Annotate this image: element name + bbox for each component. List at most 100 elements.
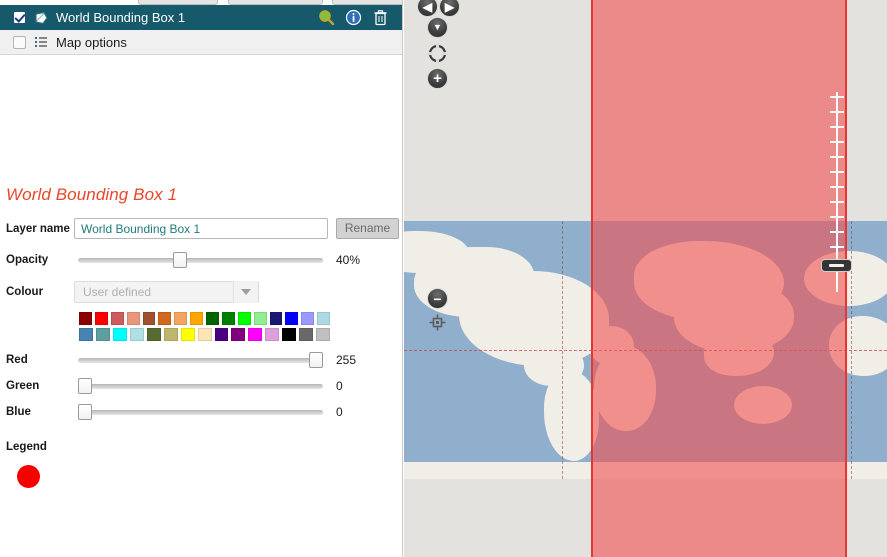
colour-swatch[interactable] bbox=[299, 328, 313, 341]
zoom-in-button[interactable]: + bbox=[427, 68, 448, 89]
layer-tree-row-label: World Bounding Box 1 bbox=[56, 10, 185, 25]
colour-swatch[interactable] bbox=[215, 328, 229, 341]
red-row: Red 255 bbox=[0, 352, 403, 368]
colour-swatch[interactable] bbox=[130, 328, 144, 341]
zoom-extent-button[interactable] bbox=[427, 43, 448, 69]
layer-tree: World Bounding Box 1 bbox=[0, 5, 403, 55]
map-tile-layer bbox=[404, 221, 887, 479]
colour-palette-row-2 bbox=[79, 328, 330, 341]
colour-swatch[interactable] bbox=[79, 328, 93, 341]
colour-swatch[interactable] bbox=[254, 312, 267, 325]
colour-swatch[interactable] bbox=[270, 312, 283, 325]
colour-swatch[interactable] bbox=[238, 312, 251, 325]
layer-tree-row-label: Map options bbox=[56, 35, 127, 50]
green-slider-track bbox=[78, 384, 323, 389]
rename-button[interactable]: Rename bbox=[336, 218, 399, 239]
opacity-slider-thumb[interactable] bbox=[173, 252, 187, 268]
green-slider[interactable] bbox=[78, 378, 323, 394]
colour-swatch[interactable] bbox=[96, 328, 110, 341]
pan-down-button[interactable]: ▼ bbox=[427, 17, 448, 38]
colour-swatch[interactable] bbox=[147, 328, 161, 341]
colour-swatch[interactable] bbox=[206, 312, 219, 325]
legend-symbol bbox=[17, 465, 40, 488]
layer-name-input[interactable] bbox=[74, 218, 328, 239]
zoom-slider[interactable] bbox=[830, 92, 844, 292]
colour-select[interactable]: User defined bbox=[74, 281, 259, 303]
layer-info-icon[interactable] bbox=[345, 9, 362, 26]
list-options-icon bbox=[33, 34, 49, 50]
colour-swatch[interactable] bbox=[285, 312, 298, 325]
opacity-label: Opacity bbox=[6, 254, 74, 266]
colour-row: Colour User defined bbox=[0, 281, 403, 303]
application-window: World Bounding Box 1 bbox=[0, 0, 887, 557]
layer-row-actions bbox=[318, 9, 403, 26]
colour-swatch[interactable] bbox=[231, 328, 245, 341]
opacity-slider[interactable] bbox=[78, 252, 323, 268]
colour-select-value: User defined bbox=[75, 285, 151, 299]
locate-button[interactable] bbox=[429, 314, 446, 336]
chevron-down-icon[interactable] bbox=[233, 281, 258, 303]
red-slider-thumb[interactable] bbox=[309, 352, 323, 368]
layer-tree-row-world-bounding-box-1[interactable]: World Bounding Box 1 bbox=[0, 5, 403, 30]
colour-swatch[interactable] bbox=[181, 328, 195, 341]
colour-swatch[interactable] bbox=[164, 328, 178, 341]
zoom-to-layer-icon[interactable] bbox=[318, 9, 335, 26]
colour-swatch[interactable] bbox=[282, 328, 296, 341]
layer-detail-form: World Bounding Box 1 Layer name Rename O… bbox=[0, 180, 403, 420]
blue-row: Blue 0 bbox=[0, 404, 403, 420]
red-slider[interactable] bbox=[78, 352, 323, 368]
blue-slider-thumb[interactable] bbox=[78, 404, 92, 420]
map-viewport[interactable]: ◀ ▶ ▼ + bbox=[404, 0, 887, 557]
blue-value: 0 bbox=[336, 405, 343, 419]
colour-swatch[interactable] bbox=[316, 328, 330, 341]
colour-swatch[interactable] bbox=[127, 312, 140, 325]
pan-right-button[interactable]: ▶ bbox=[439, 0, 460, 17]
legend-section: Legend bbox=[6, 441, 47, 488]
map-options-checkbox[interactable] bbox=[13, 36, 26, 49]
layer-name-label: Layer name bbox=[6, 223, 74, 235]
colour-swatch[interactable] bbox=[265, 328, 279, 341]
colour-swatch[interactable] bbox=[190, 312, 203, 325]
colour-swatch[interactable] bbox=[113, 328, 127, 341]
colour-swatch[interactable] bbox=[198, 328, 212, 341]
equator-line bbox=[404, 350, 887, 351]
red-slider-track bbox=[78, 358, 323, 363]
legend-label: Legend bbox=[6, 441, 47, 453]
colour-label: Colour bbox=[6, 286, 74, 298]
colour-swatch[interactable] bbox=[143, 312, 156, 325]
colour-swatch[interactable] bbox=[158, 312, 171, 325]
layer-tree-row-map-options[interactable]: Map options bbox=[0, 30, 403, 55]
pan-left-button[interactable]: ◀ bbox=[417, 0, 438, 17]
delete-layer-icon[interactable] bbox=[372, 9, 389, 26]
colour-swatch[interactable] bbox=[248, 328, 262, 341]
layer-visibility-checkbox[interactable] bbox=[13, 11, 26, 24]
layer-name-row: Layer name Rename bbox=[0, 218, 403, 239]
green-value: 0 bbox=[336, 379, 343, 393]
zoom-out-button[interactable]: − bbox=[427, 288, 448, 309]
layers-panel: World Bounding Box 1 bbox=[0, 0, 403, 557]
green-label: Green bbox=[6, 380, 74, 392]
zoom-slider-handle[interactable] bbox=[821, 259, 852, 272]
blue-slider[interactable] bbox=[78, 404, 323, 420]
colour-swatch[interactable] bbox=[95, 312, 108, 325]
opacity-row: Opacity 40% bbox=[0, 252, 403, 268]
red-label: Red bbox=[6, 354, 74, 366]
blue-slider-track bbox=[78, 410, 323, 415]
colour-palette bbox=[0, 312, 330, 341]
green-row: Green 0 bbox=[0, 378, 403, 394]
opacity-slider-track bbox=[78, 258, 323, 263]
green-slider-thumb[interactable] bbox=[78, 378, 92, 394]
blue-label: Blue bbox=[6, 406, 74, 418]
colour-swatch[interactable] bbox=[222, 312, 235, 325]
opacity-value: 40% bbox=[336, 253, 360, 267]
colour-swatch[interactable] bbox=[79, 312, 92, 325]
colour-swatch[interactable] bbox=[317, 312, 330, 325]
colour-swatch[interactable] bbox=[111, 312, 124, 325]
colour-palette-row-1 bbox=[79, 312, 330, 325]
page-title: World Bounding Box 1 bbox=[0, 180, 403, 205]
polygon-layer-icon bbox=[33, 10, 49, 26]
red-value: 255 bbox=[336, 353, 356, 367]
colour-swatch[interactable] bbox=[301, 312, 314, 325]
antarctica bbox=[404, 462, 887, 479]
colour-swatch[interactable] bbox=[174, 312, 187, 325]
